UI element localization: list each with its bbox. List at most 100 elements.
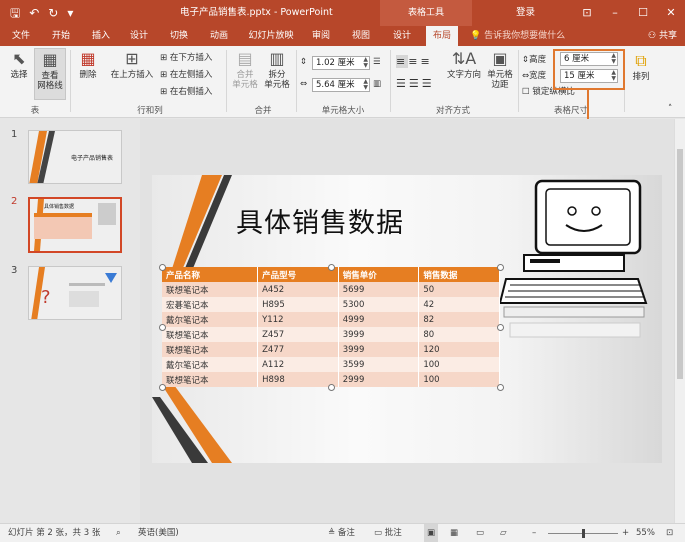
table-cell[interactable]: Z457: [257, 327, 339, 342]
language-indicator[interactable]: 英语(美国): [138, 524, 179, 542]
table-cell[interactable]: 2999: [338, 372, 420, 387]
table-cell[interactable]: 82: [418, 312, 500, 327]
table-cell[interactable]: 50: [418, 282, 500, 297]
table-cell[interactable]: 100: [418, 357, 500, 372]
table-cell[interactable]: 3999: [338, 342, 420, 357]
table-header-cell[interactable]: 产品型号: [257, 267, 339, 282]
sales-table[interactable]: 产品名称 产品型号 销售单价 销售数据 联想笔记本 A452 5699 50 宏…: [162, 267, 500, 387]
spin-arrows-icon[interactable]: ▲ ▼: [363, 57, 368, 69]
tab-design[interactable]: 设计: [124, 26, 154, 46]
align-left-icon[interactable]: ≡: [396, 55, 409, 68]
resize-handle[interactable]: [497, 384, 504, 391]
fit-slide-icon[interactable]: ⊡: [666, 524, 673, 542]
arrange-button[interactable]: ⧉ 排列: [628, 52, 654, 83]
slide-thumbnail-2[interactable]: 具体销售数据: [28, 197, 122, 253]
insert-above-button[interactable]: ⊞ 在上方插入: [108, 50, 156, 81]
table-cell[interactable]: A112: [257, 357, 339, 372]
delete-button[interactable]: ▦ 删除: [74, 50, 102, 81]
horizontal-align-buttons[interactable]: ≡≡≡: [396, 55, 433, 68]
table-cell[interactable]: 42: [418, 297, 500, 312]
tab-animations[interactable]: 动画: [204, 26, 234, 46]
login-link[interactable]: 登录: [516, 0, 535, 26]
slide-title[interactable]: 具体销售数据: [236, 201, 404, 240]
slide-sorter-icon[interactable]: ▦: [450, 524, 458, 542]
resize-handle[interactable]: [497, 264, 504, 271]
table-cell[interactable]: 戴尔笔记本: [162, 357, 259, 372]
insert-right-button[interactable]: ⊞ 在右侧插入: [160, 87, 212, 98]
zoom-slider-thumb[interactable]: [582, 529, 585, 538]
reading-view-icon[interactable]: ▭: [476, 524, 484, 542]
distribute-columns-icon[interactable]: ▥: [373, 79, 381, 90]
resize-handle[interactable]: [159, 324, 166, 331]
select-button[interactable]: ⬉ 选择: [6, 50, 32, 81]
undo-icon[interactable]: ↶: [29, 0, 39, 26]
table-cell[interactable]: 联想笔记本: [162, 282, 259, 297]
align-top-icon[interactable]: ☰: [396, 77, 409, 90]
resize-handle[interactable]: [497, 324, 504, 331]
table-cell[interactable]: 联想笔记本: [162, 342, 259, 357]
table-cell[interactable]: H898: [257, 372, 339, 387]
table-cell[interactable]: 3999: [338, 327, 420, 342]
slide-thumbnail-1[interactable]: 电子产品销售表: [28, 130, 122, 184]
resize-handle[interactable]: [159, 384, 166, 391]
table-cell[interactable]: 联想笔记本: [162, 372, 259, 387]
tab-view[interactable]: 视图: [346, 26, 376, 46]
zoom-in-icon[interactable]: +: [622, 524, 629, 542]
cell-width-input[interactable]: 5.64 厘米 ▲ ▼: [312, 78, 370, 92]
current-slide[interactable]: 具体销售数据 产品名称 产品型号 销售单价 销售数据 联想笔记本 A452 56…: [152, 175, 662, 463]
checkbox-icon[interactable]: ☐: [522, 87, 532, 97]
zoom-out-icon[interactable]: –: [532, 524, 536, 542]
insert-below-button[interactable]: ⊞ 在下方插入: [160, 53, 212, 64]
collapse-ribbon-icon[interactable]: ˄: [668, 104, 672, 115]
table-cell[interactable]: 5699: [338, 282, 420, 297]
normal-view-icon[interactable]: ▣: [424, 524, 439, 542]
resize-handle[interactable]: [328, 384, 335, 391]
share-button[interactable]: ⚇ 共享: [648, 26, 677, 46]
distribute-rows-icon[interactable]: ☰: [373, 57, 381, 68]
slideshow-icon[interactable]: ▱: [500, 524, 507, 542]
table-cell[interactable]: 3599: [338, 357, 420, 372]
table-cell[interactable]: 5300: [338, 297, 420, 312]
table-cell[interactable]: H895: [257, 297, 339, 312]
table-cell[interactable]: 4999: [338, 312, 420, 327]
redo-icon[interactable]: ↻: [48, 0, 58, 26]
table-cell[interactable]: 120: [418, 342, 500, 357]
tab-insert[interactable]: 插入: [86, 26, 116, 46]
tab-table-design[interactable]: 设计: [386, 26, 418, 46]
spin-arrows-icon[interactable]: ▲ ▼: [363, 79, 368, 91]
resize-handle[interactable]: [328, 264, 335, 271]
table-header-cell[interactable]: 销售单价: [338, 267, 420, 282]
zoom-level[interactable]: 55%: [636, 524, 655, 542]
table-cell[interactable]: 宏碁笔记本: [162, 297, 259, 312]
split-cells-button[interactable]: ▥ 拆分 单元格: [262, 50, 292, 91]
spellcheck-icon[interactable]: ⌕: [116, 524, 121, 542]
cell-margins-button[interactable]: ▣ 单元格 边距: [484, 50, 516, 91]
table-cell[interactable]: 联想笔记本: [162, 327, 259, 342]
vertical-align-buttons[interactable]: ☰☰☰: [396, 78, 435, 89]
tab-file[interactable]: 文件: [6, 26, 36, 46]
scrollbar-thumb[interactable]: [677, 149, 683, 379]
view-gridlines-button[interactable]: ▦ 查看 网格线: [34, 48, 66, 100]
merge-cells-button[interactable]: ▤ 合并 单元格: [230, 50, 260, 91]
tab-home[interactable]: 开始: [46, 26, 76, 46]
tab-transitions[interactable]: 切换: [164, 26, 194, 46]
minimize-icon[interactable]: –: [601, 0, 629, 26]
cell-height-input[interactable]: 1.02 厘米 ▲ ▼: [312, 56, 370, 70]
notes-button[interactable]: ≜ 备注: [328, 524, 355, 542]
tab-review[interactable]: 审阅: [306, 26, 336, 46]
tab-slideshow[interactable]: 幻灯片放映: [244, 26, 298, 46]
vertical-scrollbar[interactable]: [674, 119, 685, 523]
align-middle-icon[interactable]: ☰: [409, 77, 422, 90]
close-icon[interactable]: ✕: [657, 0, 685, 26]
align-bottom-icon[interactable]: ☰: [422, 77, 435, 90]
table-header-cell[interactable]: 销售数据: [418, 267, 500, 282]
align-center-icon[interactable]: ≡: [408, 55, 420, 68]
table-cell[interactable]: Z477: [257, 342, 339, 357]
insert-left-button[interactable]: ⊞ 在左侧插入: [160, 70, 212, 81]
tab-table-layout[interactable]: 布局: [426, 26, 458, 46]
table-header-cell[interactable]: 产品名称: [162, 267, 259, 282]
table-cell[interactable]: 80: [418, 327, 500, 342]
resize-handle[interactable]: [159, 264, 166, 271]
align-right-icon[interactable]: ≡: [420, 55, 432, 68]
save-icon[interactable]: 🖫: [10, 0, 20, 26]
